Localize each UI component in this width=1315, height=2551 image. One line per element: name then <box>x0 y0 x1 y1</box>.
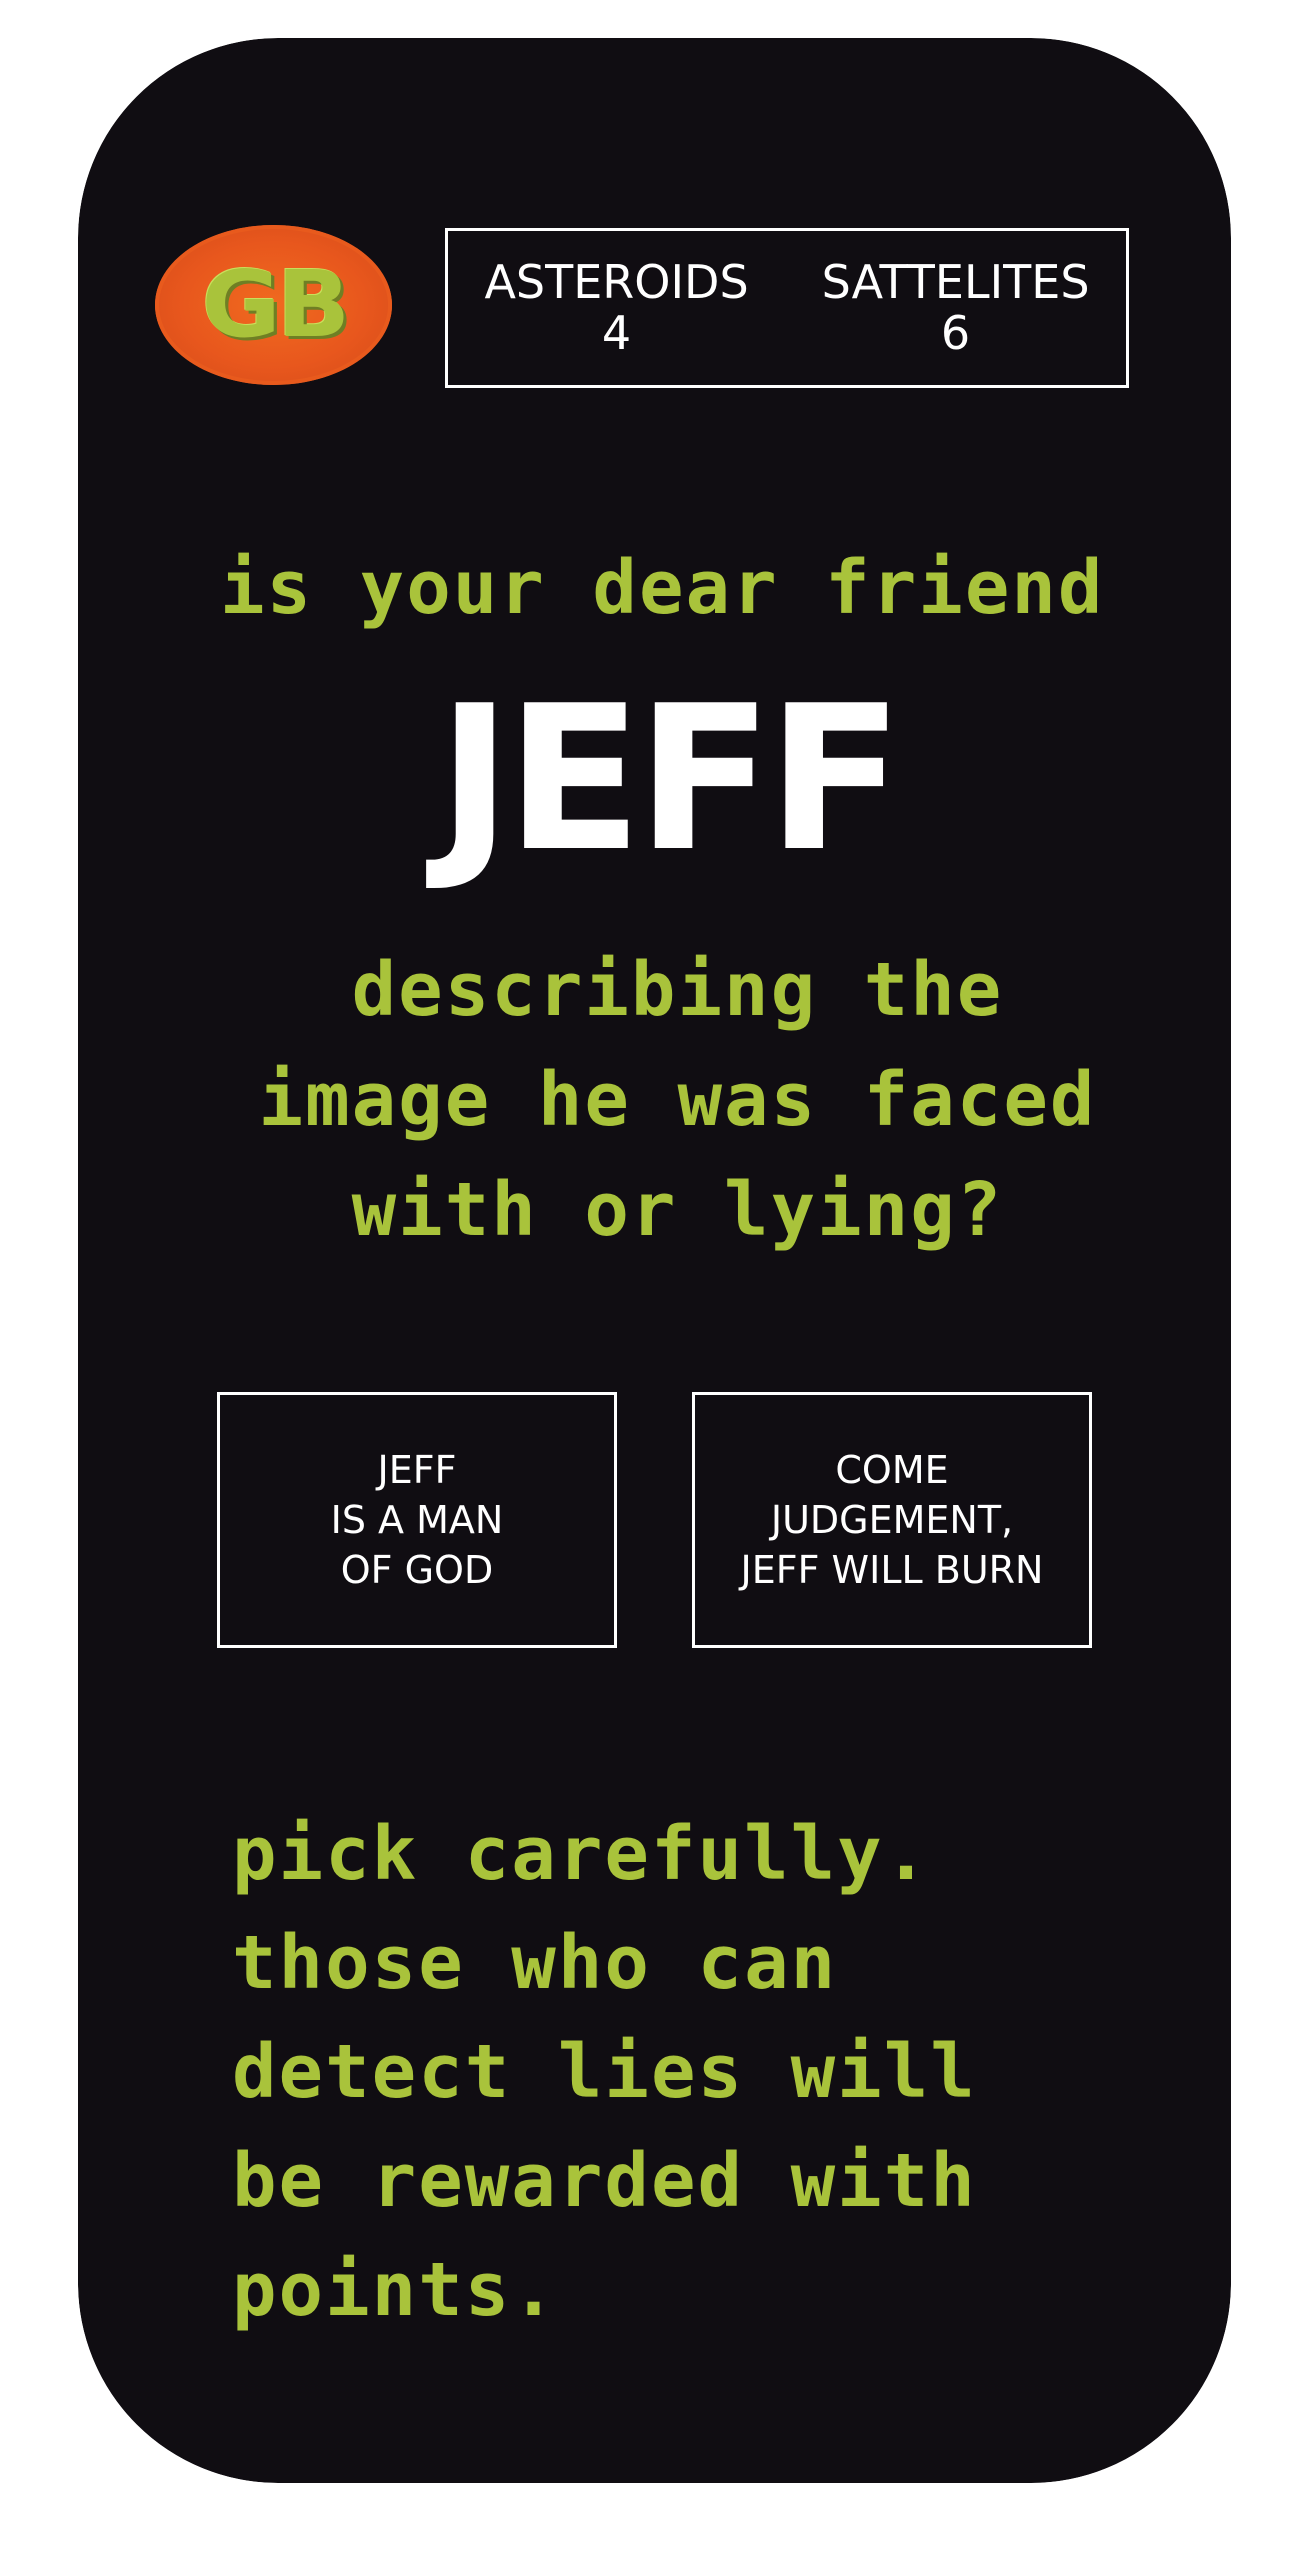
question-line: describing the <box>351 947 1004 1033</box>
choice-lie-button[interactable]: COME JUDGEMENT, JEFF WILL BURN <box>692 1392 1092 1648</box>
satellites-score: SATTELITES 6 <box>822 257 1090 358</box>
question-line: with or lying? <box>351 1167 1004 1253</box>
footer-line: points. <box>232 2247 558 2333</box>
choice-lie-label: COME JUDGEMENT, JEFF WILL BURN <box>740 1448 1044 1592</box>
asteroids-count: 4 <box>601 306 632 360</box>
footer-line: pick carefully. <box>232 1811 931 1897</box>
satellites-count: 6 <box>940 306 971 360</box>
gb-logo-text: GB <box>201 251 350 358</box>
asteroids-score: ASTEROIDS 4 <box>484 257 748 358</box>
gb-logo: GB <box>155 225 392 385</box>
score-panel: ASTEROIDS 4 SATTELITES 6 <box>445 228 1129 388</box>
question-line: image he was faced <box>258 1057 1097 1143</box>
footer-instructions: pick carefully. those who can detect lie… <box>232 1800 1132 2345</box>
choice-truth-label: JEFF IS A MAN OF GOD <box>330 1448 504 1592</box>
footer-line: those who can <box>232 1920 838 2006</box>
prompt-question: describing the image he was faced with o… <box>0 935 1315 1265</box>
prompt-intro: is your dear friend <box>220 545 1105 631</box>
asteroids-label: ASTEROIDS <box>484 255 749 310</box>
footer-line: be rewarded with <box>232 2138 977 2224</box>
satellites-label: SATTELITES <box>821 255 1090 310</box>
friend-name-title: JEFF <box>437 663 903 896</box>
footer-line: detect lies will <box>232 2029 977 2115</box>
choice-truth-button[interactable]: JEFF IS A MAN OF GOD <box>217 1392 617 1648</box>
